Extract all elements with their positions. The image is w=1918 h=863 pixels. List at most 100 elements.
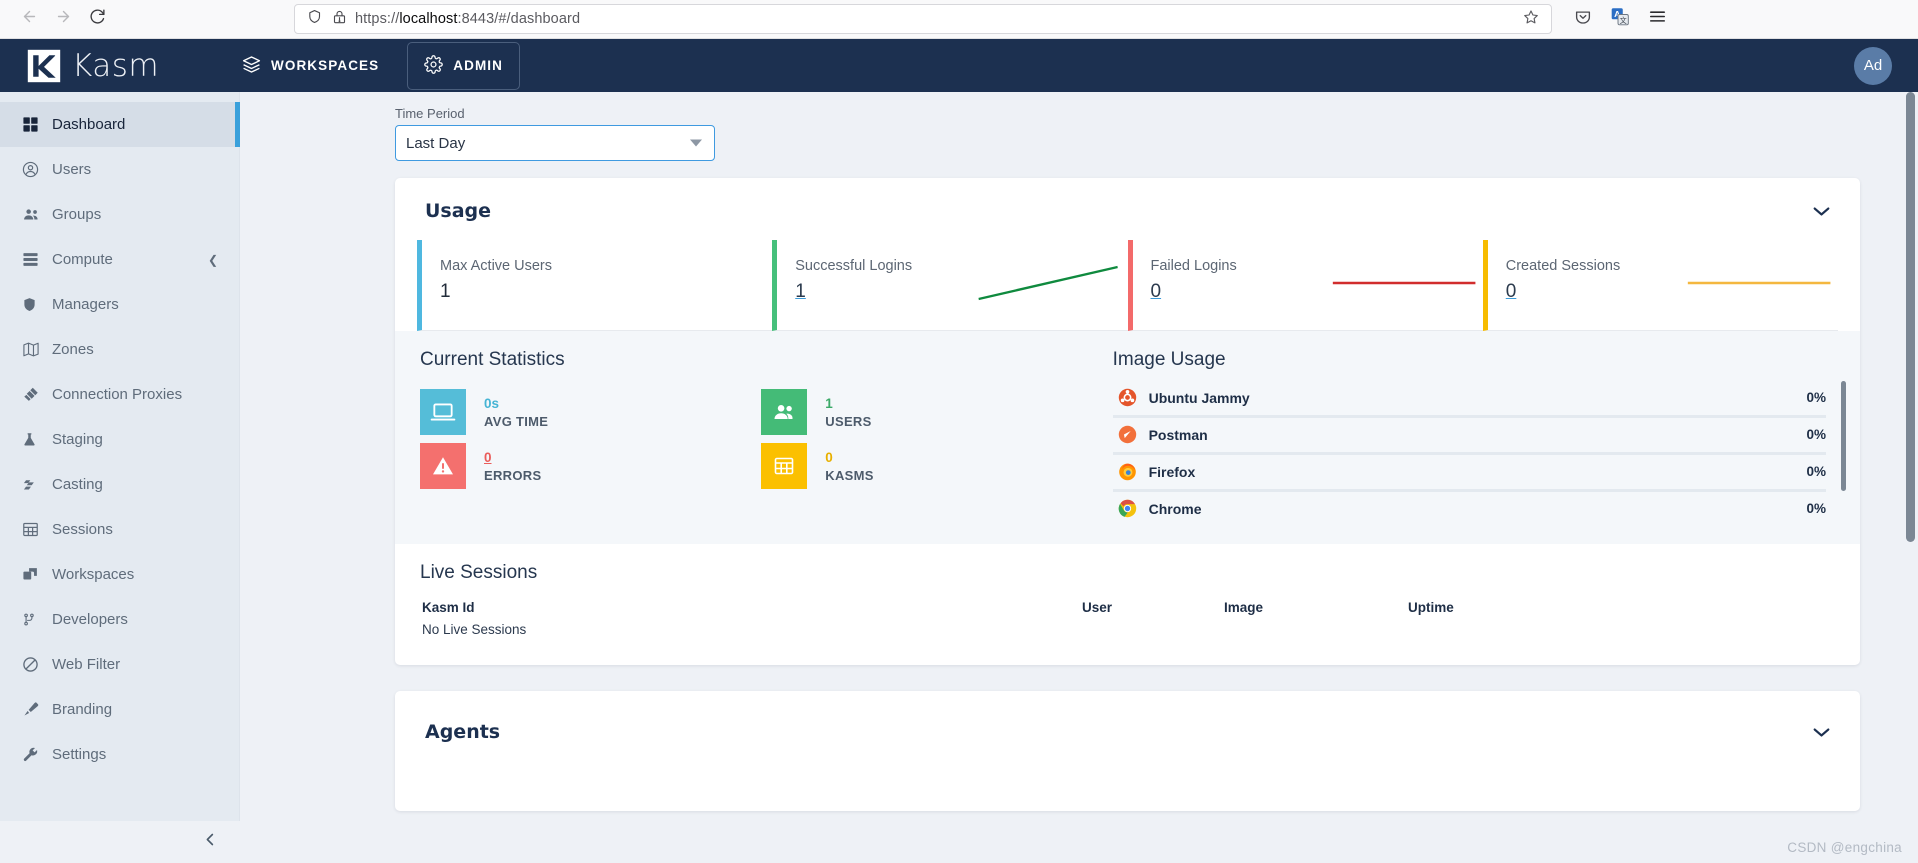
current-statistics-section: Current Statistics 0s AVG TIME 1 USERS 0… xyxy=(395,331,1103,544)
firefox-icon xyxy=(1113,462,1143,481)
sidebar-item-sessions[interactable]: Sessions xyxy=(0,507,240,552)
sidebar-item-settings[interactable]: Settings xyxy=(0,732,240,777)
kasm-logo[interactable]: Kasm xyxy=(26,48,198,84)
stat-errors: 0 ERRORS xyxy=(420,443,761,489)
usage-sparkline xyxy=(975,258,1121,308)
sidebar-item-dashboard[interactable]: Dashboard xyxy=(0,102,240,147)
live-sessions-section: Live Sessions Kasm Id User Image Uptime xyxy=(395,544,1860,665)
wrench-icon xyxy=(22,746,52,763)
time-period-select[interactable]: Last Day xyxy=(395,125,715,161)
table-row: No Live Sessions xyxy=(422,620,1828,637)
image-usage-row: Chrome 0% xyxy=(1113,492,1826,526)
sidebar: Dashboard Users Groups Compute ❮ Manager… xyxy=(0,92,240,863)
column-header-image[interactable]: Image xyxy=(1224,600,1406,618)
usage-tile-value[interactable]: 0 xyxy=(1506,281,1686,303)
ban-icon xyxy=(22,656,52,673)
usage-card-header[interactable]: Usage xyxy=(395,178,1860,240)
chevron-left-icon xyxy=(203,832,218,852)
sidebar-item-web-filter[interactable]: Web Filter xyxy=(0,642,240,687)
sidebar-item-groups[interactable]: Groups xyxy=(0,192,240,237)
sidebar-item-zones[interactable]: Zones xyxy=(0,327,240,372)
usage-sparkline xyxy=(1686,258,1832,308)
address-bar[interactable]: https://localhost:8443/#/dashboard xyxy=(294,4,1552,34)
sidebar-item-staging[interactable]: Staging xyxy=(0,417,240,462)
image-usage-title: Image Usage xyxy=(1112,349,1226,370)
chrome-icon xyxy=(1113,499,1143,518)
back-button[interactable] xyxy=(12,4,46,34)
warning-triangle-icon xyxy=(420,443,466,489)
code-branch-icon xyxy=(22,611,52,628)
sidebar-item-developers[interactable]: Developers xyxy=(0,597,240,642)
sidebar-item-branding[interactable]: Branding xyxy=(0,687,240,732)
url-host: localhost xyxy=(399,11,458,27)
column-header-user[interactable]: User xyxy=(1082,600,1222,618)
hamburger-menu-icon[interactable] xyxy=(1648,7,1667,31)
time-period-label: Time Period xyxy=(395,106,465,121)
pocket-icon[interactable] xyxy=(1574,8,1592,31)
chevron-left-icon[interactable]: ❮ xyxy=(208,253,218,267)
star-icon[interactable] xyxy=(1523,9,1543,30)
image-usage-scrollbar[interactable] xyxy=(1841,381,1846,491)
sidebar-item-label: Workspaces xyxy=(52,566,135,583)
browser-right-icons: A文 xyxy=(1558,7,1667,31)
shield-icon[interactable] xyxy=(307,9,322,29)
lock-warning-icon[interactable] xyxy=(332,9,347,30)
stat-value: 1 xyxy=(825,396,833,412)
stat-caption: ERRORS xyxy=(484,467,542,483)
reload-button[interactable] xyxy=(80,4,114,34)
live-sessions-table: Kasm Id User Image Uptime No Live Sessio… xyxy=(420,598,1830,639)
empty-cell xyxy=(1082,620,1222,637)
stat-value: 0 xyxy=(825,450,833,466)
usage-tile-failed-logins: Failed Logins 0 xyxy=(1127,240,1483,331)
flask-icon xyxy=(22,431,52,448)
chevron-down-icon[interactable] xyxy=(1813,203,1830,220)
image-usage-percent: 0% xyxy=(1806,501,1826,516)
ubuntu-icon xyxy=(1113,388,1143,407)
header-nav: WORKSPACES ADMIN xyxy=(226,41,521,90)
chevron-down-icon[interactable] xyxy=(690,139,702,147)
users-icon xyxy=(22,206,52,223)
stat-value[interactable]: 0 xyxy=(484,449,541,467)
sidebar-item-casting[interactable]: Casting xyxy=(0,462,240,507)
page-scrollbar[interactable] xyxy=(1906,92,1915,542)
sidebar-item-users[interactable]: Users xyxy=(0,147,240,192)
image-usage-row: Ubuntu Jammy 0% xyxy=(1112,381,1826,418)
browser-toolbar: https://localhost:8443/#/dashboard A文 xyxy=(0,0,1918,39)
sidebar-item-label: Casting xyxy=(52,476,103,493)
sidebar-item-compute[interactable]: Compute ❮ xyxy=(0,237,240,282)
time-period-field: Time Period Last Day xyxy=(395,106,715,161)
usage-tile-value[interactable]: 0 xyxy=(1151,281,1331,303)
translate-icon[interactable]: A文 xyxy=(1610,7,1630,31)
stat-users: 1 USERS xyxy=(761,389,1102,435)
sidebar-item-connection-proxies[interactable]: Connection Proxies xyxy=(0,372,240,417)
sidebar-item-label: Zones xyxy=(52,341,94,358)
sidebar-item-label: Groups xyxy=(52,206,102,223)
image-usage-name: Firefox xyxy=(1148,463,1196,480)
sidebar-item-workspaces[interactable]: Workspaces xyxy=(0,552,240,597)
sidebar-item-managers[interactable]: Managers xyxy=(0,282,240,327)
app-header: Kasm WORKSPACES ADMIN Ad xyxy=(0,39,1918,92)
usage-tile-created-sessions: Created Sessions 0 xyxy=(1482,240,1838,331)
admin-nav-button[interactable]: ADMIN xyxy=(407,41,521,90)
forward-button[interactable] xyxy=(46,4,80,34)
workspaces-nav-button[interactable]: WORKSPACES xyxy=(226,43,395,89)
sidebar-item-label: Dashboard xyxy=(52,116,126,133)
time-period-value: Last Day xyxy=(406,134,466,152)
image-usage-percent: 0% xyxy=(1806,464,1826,479)
plug-icon xyxy=(22,386,52,403)
sidebar-collapse-button[interactable] xyxy=(0,821,240,863)
usage-tile-value[interactable]: 1 xyxy=(795,281,975,303)
image-usage-section: Image Usage Ubuntu Jammy 0% Postman 0% F… xyxy=(1103,331,1860,544)
address-bar-icons xyxy=(303,9,355,30)
usage-tile-label: Successful Logins xyxy=(795,258,913,274)
chevron-down-icon[interactable] xyxy=(1813,724,1830,741)
agents-card-header[interactable]: Agents xyxy=(395,691,1860,761)
avatar[interactable]: Ad xyxy=(1854,46,1892,85)
stat-caption: KASMS xyxy=(825,467,874,483)
gear-icon xyxy=(424,54,444,77)
column-header-uptime[interactable]: Uptime xyxy=(1408,600,1828,618)
reload-icon xyxy=(89,8,106,30)
column-header-kasm-id[interactable]: Kasm Id xyxy=(422,600,1080,618)
sidebar-item-label: Compute xyxy=(52,251,113,268)
postman-icon xyxy=(1113,425,1143,444)
